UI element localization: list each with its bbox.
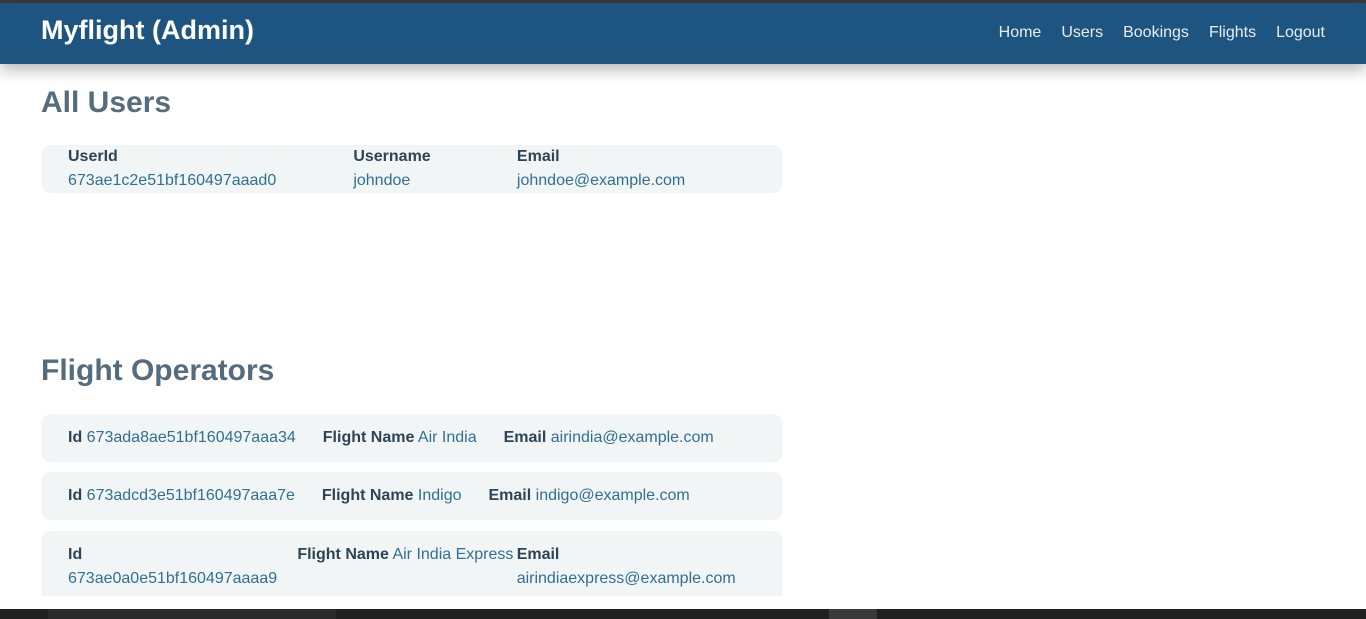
operator-card: Id 673ae0a0e51bf160497aaaa9 Flight Name … bbox=[41, 531, 783, 596]
operator-email-value: indigo@example.com bbox=[535, 487, 690, 504]
operator-card: Id 673adcd3e51bf160497aaa7e Flight Name … bbox=[41, 472, 783, 520]
user-card: UserId 673ae1c2e51bf160497aaad0 Username… bbox=[41, 145, 783, 193]
operator-name-field: Flight Name Indigo bbox=[322, 484, 462, 508]
operator-name-field: Flight Name Air India Express bbox=[297, 543, 516, 567]
operator-card: Id 673ada8ae51bf160497aaa34 Flight Name … bbox=[41, 414, 783, 462]
navbar: Myflight (Admin) Home Users Bookings Fli… bbox=[0, 3, 1366, 64]
operator-name-label: Flight Name bbox=[322, 429, 415, 446]
operator-email-label: Email bbox=[488, 487, 532, 504]
operator-id-value: 673adcd3e51bf160497aaa7e bbox=[86, 487, 295, 504]
nav-logout-link[interactable]: Logout bbox=[1276, 24, 1325, 42]
nav-bookings-link[interactable]: Bookings bbox=[1123, 24, 1189, 42]
operator-email-label: Email bbox=[503, 429, 547, 446]
user-id-label: UserId bbox=[68, 148, 118, 165]
nav-users-link[interactable]: Users bbox=[1061, 24, 1103, 42]
os-taskbar bbox=[0, 609, 1366, 619]
nav-flights-link[interactable]: Flights bbox=[1209, 24, 1256, 42]
nav-links: Home Users Bookings Flights Logout bbox=[999, 24, 1325, 42]
username-field: Username johndoe bbox=[353, 145, 490, 193]
operator-id-label: Id bbox=[68, 546, 83, 563]
taskbar-search-box[interactable] bbox=[48, 609, 336, 619]
operator-id-value: 673ae0a0e51bf160497aaaa9 bbox=[68, 570, 278, 587]
operator-id-label: Id bbox=[68, 429, 83, 446]
username-value: johndoe bbox=[353, 172, 411, 189]
users-section-title: All Users bbox=[41, 86, 172, 119]
operator-id-value: 673ada8ae51bf160497aaa34 bbox=[86, 429, 296, 446]
operator-name-value: Indigo bbox=[417, 487, 462, 504]
operator-email-field: Email airindiaexpress@example.com bbox=[517, 543, 756, 591]
operator-email-field: Email indigo@example.com bbox=[489, 484, 690, 508]
operator-name-value: Air India Express bbox=[392, 546, 514, 563]
nav-home-link[interactable]: Home bbox=[999, 24, 1042, 42]
user-id-value: 673ae1c2e51bf160497aaad0 bbox=[68, 172, 277, 189]
operator-email-label: Email bbox=[516, 546, 560, 563]
operator-name-label: Flight Name bbox=[321, 487, 414, 504]
operators-section-title: Flight Operators bbox=[41, 354, 275, 387]
operator-id-label: Id bbox=[68, 487, 83, 504]
operator-id-field: Id 673adcd3e51bf160497aaa7e bbox=[68, 484, 295, 508]
username-label: Username bbox=[353, 148, 431, 165]
operator-name-label: Flight Name bbox=[297, 546, 389, 563]
operator-email-value: airindiaexpress@example.com bbox=[516, 570, 736, 587]
operator-id-field: Id 673ada8ae51bf160497aaa34 bbox=[68, 426, 296, 450]
operator-id-field: Id 673ae0a0e51bf160497aaaa9 bbox=[68, 543, 297, 591]
brand-title[interactable]: Myflight (Admin) bbox=[41, 15, 254, 46]
user-id-field: UserId 673ae1c2e51bf160497aaad0 bbox=[68, 145, 326, 193]
main-content: All Users UserId 673ae1c2e51bf160497aaad… bbox=[41, 64, 783, 596]
operator-name-field: Flight Name Air India bbox=[323, 426, 477, 450]
user-email-value: johndoe@example.com bbox=[516, 172, 686, 189]
operator-name-value: Air India bbox=[417, 429, 477, 446]
operator-email-value: airindia@example.com bbox=[550, 429, 714, 446]
taskbar-active-app[interactable] bbox=[829, 609, 877, 619]
user-email-label: Email bbox=[516, 148, 560, 165]
operator-email-field: Email airindia@example.com bbox=[504, 426, 714, 450]
user-email-field: Email johndoe@example.com bbox=[517, 145, 729, 193]
